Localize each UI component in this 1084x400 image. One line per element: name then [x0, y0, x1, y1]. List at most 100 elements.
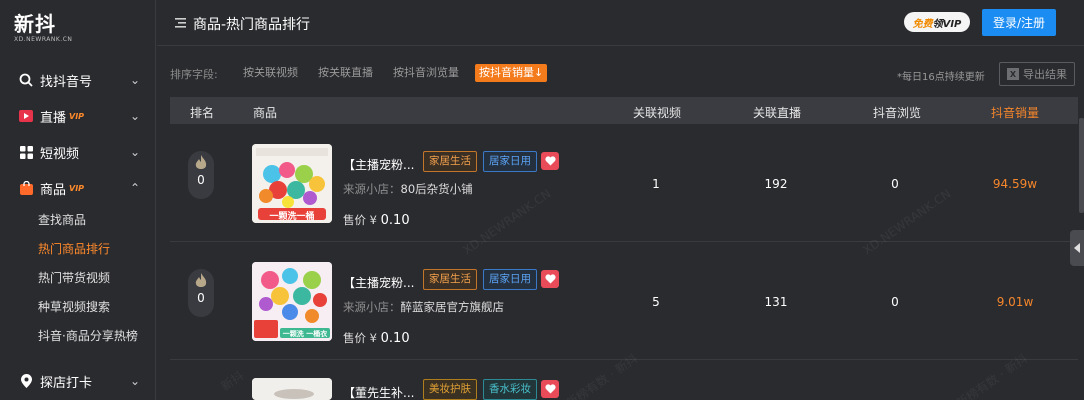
favorite-icon[interactable]: [541, 380, 559, 398]
source-shop: 来源小店：80后杂货小铺: [343, 181, 473, 197]
col-related-lives[interactable]: 关联直播: [753, 104, 801, 121]
login-register-button[interactable]: 登录/注册: [982, 9, 1056, 36]
subcategory-tag: 居家日用: [483, 269, 537, 290]
chevron-down-icon: ⌄: [129, 374, 140, 388]
sort-by-views[interactable]: 按抖音浏览量: [389, 64, 463, 82]
product-thumbnail[interactable]: [252, 378, 332, 400]
flame-icon: [195, 273, 207, 287]
collapse-panel-tab[interactable]: [1070, 230, 1084, 266]
thumb-caption: 一颗洗 一桶衣: [282, 330, 328, 338]
sort-by-videos[interactable]: 按关联视频: [239, 64, 302, 82]
douyin-sales-value: 9.01w: [996, 295, 1034, 309]
sidebar-item-label: 短视频: [40, 146, 80, 162]
price-value: 0.10: [380, 331, 410, 346]
bag-icon: [18, 180, 34, 196]
live-icon: [18, 108, 34, 124]
subnav-product-share-ranking[interactable]: 抖音·商品分享热榜: [38, 322, 156, 351]
thumb-caption: 一颗洗一桶: [269, 212, 315, 222]
page-title: 商品-热门商品排行: [193, 17, 311, 33]
sidebar-item-label: 找抖音号: [40, 74, 93, 90]
product-name[interactable]: 【主播宠粉...: [343, 156, 414, 173]
search-icon: [18, 72, 34, 88]
category-tag: 美妆护肤: [423, 379, 477, 400]
category-tag: 家居生活: [423, 151, 477, 172]
product-thumbnail[interactable]: 一颗洗一桶: [252, 144, 332, 223]
subnav-hot-product-rank[interactable]: 热门商品排行: [38, 235, 156, 264]
shop-prefix: 来源小店：: [343, 182, 401, 196]
subcategory-tag: 居家日用: [483, 151, 537, 172]
category-tag: 家居生活: [423, 269, 477, 290]
sidebar-item-label: 商品: [40, 182, 67, 198]
shop-name[interactable]: 80后杂货小铺: [401, 182, 473, 196]
chevron-down-icon: ⌄: [129, 73, 140, 87]
logo-mark: 新抖: [14, 12, 56, 36]
sidebar-item-short-video[interactable]: 短视频 ⌄: [0, 134, 156, 170]
sidebar-item-label: 探店打卡: [40, 375, 93, 391]
subnav-hot-selling-video[interactable]: 热门带货视频: [38, 264, 156, 293]
related-lives-value: 192: [764, 177, 788, 191]
sidebar-item-label: 直播: [40, 110, 67, 126]
favorite-icon[interactable]: [541, 270, 559, 288]
subnav-seeding-video-search[interactable]: 种草视频搜索: [38, 293, 156, 322]
product-price: 售价 ¥ 0.10: [343, 212, 410, 228]
douyin-views-value: 0: [891, 177, 899, 191]
product-price: 售价 ¥ 0.10: [343, 330, 410, 346]
excel-icon: X: [1007, 68, 1019, 80]
price-prefix: 售价 ¥: [343, 213, 381, 227]
related-lives-value: 131: [764, 295, 788, 309]
product-name[interactable]: 【董先生补...: [343, 384, 414, 400]
douyin-views-value: 0: [891, 295, 899, 309]
sort-by-sales[interactable]: 按抖音销量↓: [475, 64, 548, 82]
col-related-videos[interactable]: 关联视频: [633, 104, 681, 121]
get-vip-label: 领VIP: [932, 18, 962, 30]
col-douyin-sales[interactable]: 抖音销量: [991, 104, 1039, 121]
sort-bar: 排序字段: 按关联视频 按关联直播 按抖音浏览量 按抖音销量↓ *每日16点持续…: [157, 58, 1084, 88]
menu-icon[interactable]: [175, 17, 186, 31]
table-row[interactable]: 0 一颗洗一桶 【主播宠粉... 家居生活 居家日用 来源小店：80后杂货小铺 …: [170, 124, 1078, 242]
favorite-icon[interactable]: [541, 152, 559, 170]
update-note: *每日16点持续更新: [897, 72, 985, 83]
sort-by-lives[interactable]: 按关联直播: [314, 64, 377, 82]
chevron-down-icon: ⌄: [129, 109, 140, 123]
logo[interactable]: 新抖 XD.NEWRANK.CN: [14, 8, 72, 43]
free-label: 免费: [912, 18, 933, 30]
sort-field-label: 排序字段:: [170, 68, 218, 81]
export-button[interactable]: X 导出结果: [999, 62, 1075, 86]
subnav-find-product[interactable]: 查找商品: [38, 206, 156, 235]
flame-icon: [195, 155, 207, 169]
logo-subtitle: XD.NEWRANK.CN: [14, 36, 73, 43]
product-subnav: 查找商品 热门商品排行 热门带货视频 种草视频搜索 抖音·商品分享热榜: [0, 206, 156, 351]
sidebar-item-store-visit[interactable]: 探店打卡 ⌄: [0, 363, 156, 399]
grid-icon: [18, 144, 34, 160]
price-prefix: 售价 ¥: [343, 331, 381, 345]
chevron-left-icon: [1074, 243, 1080, 253]
sidebar: 新抖 XD.NEWRANK.CN 找抖音号 ⌄ 直播 VIP ⌄ 短视频 ⌄ 商…: [0, 0, 156, 400]
export-label: 导出结果: [1023, 68, 1067, 81]
vip-tag: VIP: [69, 111, 85, 121]
col-rank: 排名: [190, 106, 215, 120]
sidebar-item-product[interactable]: 商品 VIP ⌃: [0, 170, 156, 206]
related-videos-value: 1: [652, 177, 660, 191]
product-thumbnail[interactable]: 一颗洗 一桶衣: [252, 262, 332, 341]
chevron-up-icon: ⌃: [129, 181, 140, 195]
table-row[interactable]: 【董先生补... 美妆护肤 香水彩妆: [170, 360, 1078, 400]
related-videos-value: 5: [652, 295, 660, 309]
table-row[interactable]: 0 一颗洗 一桶衣 【主播宠粉... 家居生活 居家日用 来源小店：醉蓝家居官方…: [170, 242, 1078, 360]
col-douyin-views[interactable]: 抖音浏览: [873, 104, 921, 121]
location-icon: [18, 373, 34, 389]
product-name[interactable]: 【主播宠粉...: [343, 274, 414, 291]
sidebar-item-find-account[interactable]: 找抖音号 ⌄: [0, 62, 156, 98]
shop-name[interactable]: 醉蓝家居官方旗舰店: [401, 300, 505, 314]
chevron-down-icon: ⌄: [129, 145, 140, 159]
free-vip-badge[interactable]: 免费 领VIP: [904, 12, 970, 32]
table-header: 排名 商品 关联视频 关联直播 抖音浏览 抖音销量: [170, 97, 1078, 124]
sidebar-item-live[interactable]: 直播 VIP ⌄: [0, 98, 156, 134]
douyin-sales-value: 94.59w: [992, 177, 1038, 191]
price-value: 0.10: [380, 213, 410, 228]
sidebar-nav: 找抖音号 ⌄ 直播 VIP ⌄ 短视频 ⌄ 商品 VIP ⌃ 查找商品 热门商品…: [0, 62, 156, 399]
scrollbar[interactable]: [1079, 118, 1084, 213]
rank-badge: 0: [188, 151, 214, 199]
top-header: 商品-热门商品排行 免费 领VIP 登录/注册: [157, 0, 1084, 46]
app-root: 新抖 XD.NEWRANK.CN 找抖音号 ⌄ 直播 VIP ⌄ 短视频 ⌄ 商…: [0, 0, 1084, 400]
shop-prefix: 来源小店：: [343, 300, 401, 314]
